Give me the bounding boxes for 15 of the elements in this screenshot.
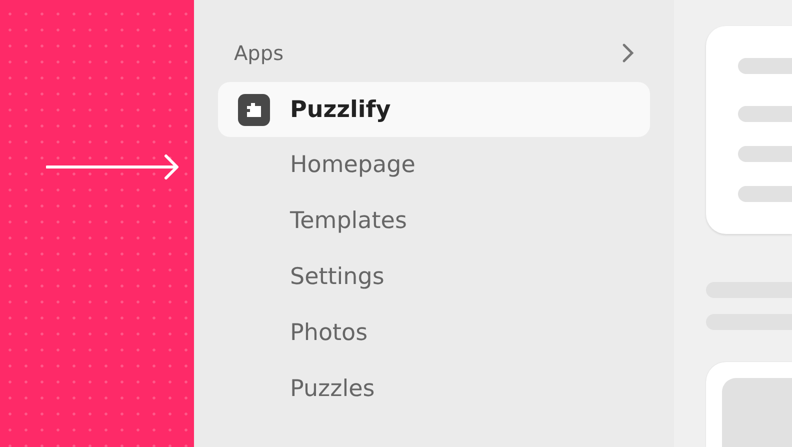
menu-item[interactable]: Settings: [218, 249, 650, 305]
arrow-icon: [46, 152, 180, 182]
chevron-right-icon[interactable]: [622, 43, 634, 63]
skeleton-line: [738, 106, 792, 122]
skeleton-line: [738, 146, 792, 162]
puzzle-icon: [238, 94, 270, 126]
menu-item[interactable]: Puzzles: [218, 361, 650, 417]
app-item[interactable]: Puzzlify: [218, 82, 650, 137]
image-placeholder: [722, 378, 792, 447]
menu-item[interactable]: Homepage: [218, 137, 650, 193]
skeleton-line: [738, 58, 792, 74]
skeleton-line: [738, 186, 792, 202]
menu-item[interactable]: Templates: [218, 193, 650, 249]
section-title: Apps: [234, 41, 284, 65]
menu-item[interactable]: Photos: [218, 305, 650, 361]
